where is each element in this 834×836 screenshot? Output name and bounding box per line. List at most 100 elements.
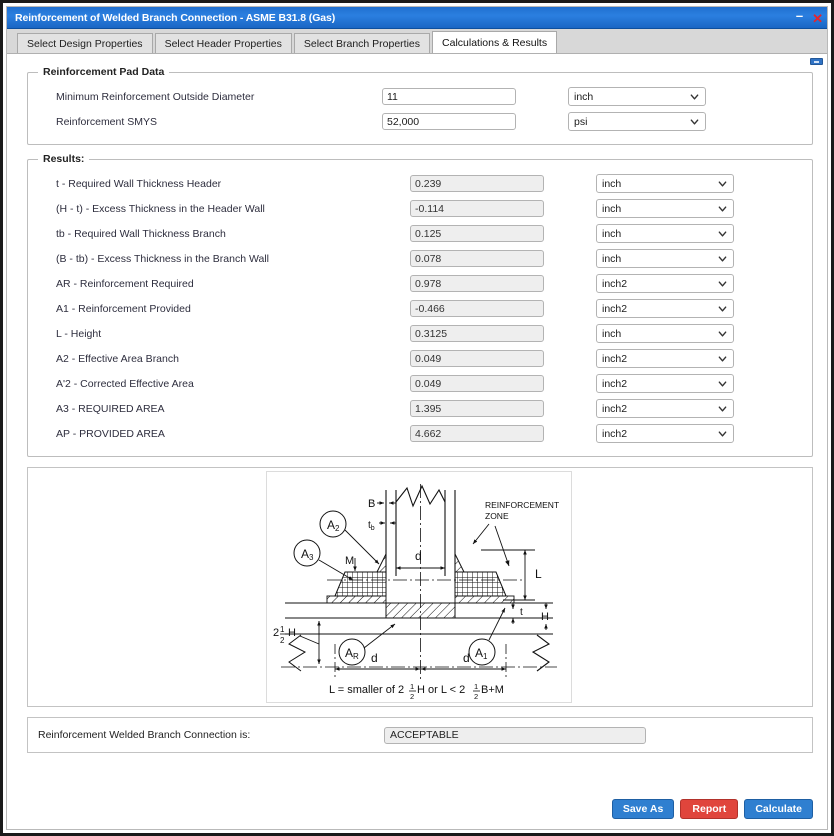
select-effective-area-branch-unit[interactable]: inch2 [596,349,734,368]
diagram-panel: B tb A2 A3 M d REINFORCEMENT ZONE L t H … [27,467,813,707]
svg-text:L = smaller of 2: L = smaller of 2 [329,684,404,696]
unit-value: inch [602,252,622,265]
label-reinforcement-required: AR - Reinforcement Required [56,277,194,290]
svg-text:1: 1 [410,682,414,691]
input-excess-thickness-branch-wall[interactable] [410,250,544,267]
field-row-min-reinforcement-od: Minimum Reinforcement Outside Diameter i… [38,84,802,109]
save-as-button[interactable]: Save As [611,799,675,819]
input-provided-area[interactable] [410,425,544,442]
unit-value: inch [602,227,622,240]
input-reinforcement-provided[interactable] [410,300,544,317]
label-effective-area-branch: A2 - Effective Area Branch [56,352,179,365]
input-reinforcement-required[interactable] [410,275,544,292]
field-row-provided-area: AP - PROVIDED AREA inch2 [38,421,802,446]
diagram-label-A1: A1 [475,646,488,661]
select-required-wall-thickness-branch-unit[interactable]: inch [596,224,734,243]
input-height[interactable] [410,325,544,342]
unit-value: inch2 [602,277,628,290]
select-required-wall-thickness-header-unit[interactable]: inch [596,174,734,193]
svg-text:B+M: B+M [481,684,504,696]
tab-calculations-and-results[interactable]: Calculations & Results [432,31,558,53]
input-corrected-effective-area[interactable] [410,375,544,392]
reinforcement-pad-data-group: Reinforcement Pad Data Minimum Reinforce… [27,66,813,145]
select-excess-thickness-header-wall-unit[interactable]: inch [596,199,734,218]
input-required-wall-thickness-branch[interactable] [410,225,544,242]
chevron-down-icon [718,280,727,287]
input-excess-thickness-header-wall[interactable] [410,200,544,217]
select-provided-area-unit[interactable]: inch2 [596,424,734,443]
select-reinforcement-provided-unit[interactable]: inch2 [596,299,734,318]
field-row-reinforcement-required: AR - Reinforcement Required inch2 [38,271,802,296]
tab-select-branch-properties[interactable]: Select Branch Properties [293,33,431,53]
input-min-reinforcement-od[interactable] [382,88,516,105]
chevron-down-icon [718,305,727,312]
select-reinforcement-required-unit[interactable]: inch2 [596,274,734,293]
branch-connection-diagram: B tb A2 A3 M d REINFORCEMENT ZONE L t H … [266,471,572,703]
label-required-wall-thickness-branch: tb - Required Wall Thickness Branch [56,227,226,240]
label-required-area: A3 - REQUIRED AREA [56,402,165,415]
input-required-wall-thickness-header[interactable] [410,175,544,192]
input-reinforcement-smys[interactable] [382,113,516,130]
unit-value: inch2 [602,427,628,440]
diagram-label-H: H [541,611,549,623]
field-row-reinforcement-provided: A1 - Reinforcement Provided inch2 [38,296,802,321]
svg-text:2: 2 [273,627,279,639]
field-row-required-wall-thickness-header: t - Required Wall Thickness Header inch [38,171,802,196]
diagram-label-AR: AR [345,646,359,661]
select-height-unit[interactable]: inch [596,324,734,343]
label-required-wall-thickness-header: t - Required Wall Thickness Header [56,177,222,190]
label-provided-area: AP - PROVIDED AREA [56,427,165,440]
diagram-label-d-left: d [371,651,378,665]
status-value-field[interactable] [384,726,646,744]
label-reinforcement-provided: A1 - Reinforcement Provided [56,302,191,315]
label-reinforcement-smys: Reinforcement SMYS [56,115,157,128]
unit-value: inch2 [602,402,628,415]
chevron-down-icon [718,330,727,337]
report-button[interactable]: Report [680,799,739,819]
chevron-down-icon [718,255,727,262]
field-row-required-wall-thickness-branch: tb - Required Wall Thickness Branch inch [38,221,802,246]
diagram-svg: B tb A2 A3 M d REINFORCEMENT ZONE L t H … [273,484,559,701]
input-required-area[interactable] [410,400,544,417]
window-controls: – ✕ [796,7,823,29]
chevron-down-icon [690,118,699,125]
label-corrected-effective-area: A'2 - Corrected Effective Area [56,377,194,390]
tab-select-header-properties[interactable]: Select Header Properties [154,33,292,53]
tab-select-design-properties[interactable]: Select Design Properties [17,33,153,53]
diagram-caption: L = smaller of 2 1 2 H or L < 2 1 2 B+M [329,682,504,701]
chevron-down-icon [718,380,727,387]
reinforcement-pad-data-legend: Reinforcement Pad Data [43,66,165,78]
select-min-reinforcement-od-unit-value: inch [574,90,594,103]
select-reinforcement-smys-unit[interactable]: psi [568,112,706,131]
unit-value: inch2 [602,302,628,315]
select-corrected-effective-area-unit[interactable]: inch2 [596,374,734,393]
field-row-height: L - Height inch [38,321,802,346]
select-min-reinforcement-od-unit[interactable]: inch [568,87,706,106]
calculate-button[interactable]: Calculate [744,799,813,819]
diagram-label-two-half-H: 2 1 2 H [273,625,296,645]
chevron-down-icon [718,355,727,362]
results-group: Results: t - Required Wall Thickness Hea… [27,153,813,457]
close-button[interactable]: ✕ [812,12,823,25]
unit-value: inch [602,177,622,190]
application-window: Reinforcement of Welded Branch Connectio… [0,0,834,836]
select-required-area-unit[interactable]: inch2 [596,399,734,418]
status-label: Reinforcement Welded Branch Connection i… [38,729,251,741]
status-panel: Reinforcement Welded Branch Connection i… [27,717,813,753]
tab-strip: Select Design Properties Select Header P… [7,29,827,54]
svg-text:2: 2 [474,692,478,701]
select-excess-thickness-branch-wall-unit[interactable]: inch [596,249,734,268]
unit-value: inch2 [602,352,628,365]
field-row-required-area: A3 - REQUIRED AREA inch2 [38,396,802,421]
svg-text:2: 2 [410,692,414,701]
diagram-label-L: L [535,567,542,581]
label-height: L - Height [56,327,102,340]
unit-value: inch [602,202,622,215]
input-effective-area-branch[interactable] [410,350,544,367]
field-row-effective-area-branch: A2 - Effective Area Branch inch2 [38,346,802,371]
scrollbar-thumb[interactable] [810,58,823,65]
minimize-button[interactable]: – [796,9,803,22]
chevron-down-icon [718,405,727,412]
chevron-down-icon [718,430,727,437]
results-legend: Results: [43,153,85,165]
